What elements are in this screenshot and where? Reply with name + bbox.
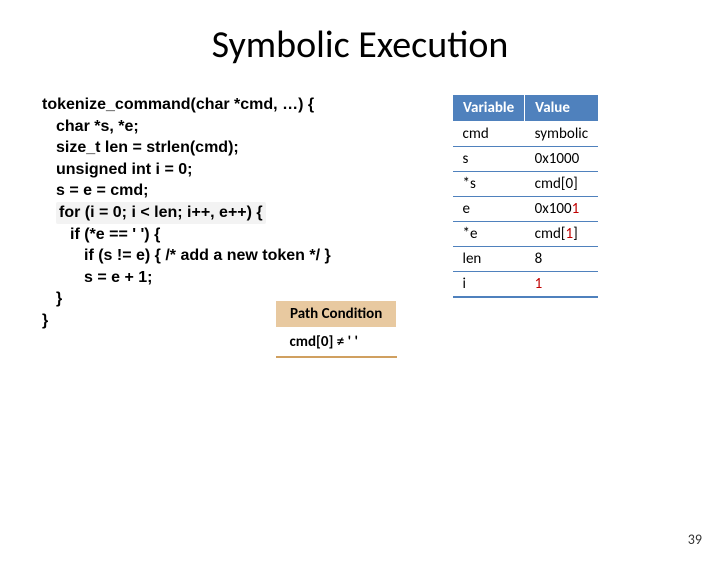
table-row: len 8 (453, 247, 599, 272)
slide-title: Symbolic Execution (0, 22, 720, 68)
table-row: *s cmd[0] (453, 172, 599, 197)
code-line: s = e = cmd; (42, 180, 422, 202)
table-row: cmd symbolic (453, 122, 599, 147)
code-block: tokenize_command(char *cmd, …) { char *s… (42, 94, 422, 332)
table-row: e 0x1001 (453, 197, 599, 222)
code-line: if (*e == ' ') { (42, 224, 422, 246)
code-line: s = e + 1; (42, 267, 422, 289)
code-line-highlight: for (i = 0; i < len; i++, e++) { (42, 202, 422, 224)
content-row: tokenize_command(char *cmd, …) { char *s… (0, 94, 720, 332)
code-line: unsigned int i = 0; (42, 159, 422, 181)
code-line: size_t len = strlen(cmd); (42, 137, 422, 159)
col-variable: Variable (453, 95, 525, 122)
table-row: s 0x1000 (453, 147, 599, 172)
table-header-row: Variable Value (453, 95, 599, 122)
table-row: *e cmd[1] (453, 222, 599, 247)
code-line: char *s, *e; (42, 116, 422, 138)
variables-column: Variable Value cmd symbolic s 0x1000 *s … (452, 94, 599, 298)
col-value: Value (525, 95, 598, 122)
code-line: tokenize_command(char *cmd, …) { (42, 96, 314, 113)
code-line: } (42, 312, 48, 329)
code-line: if (s != e) { /* add a new token */ } (42, 245, 422, 267)
variables-table: Variable Value cmd symbolic s 0x1000 *s … (452, 94, 599, 298)
table-row: i 1 (453, 272, 599, 298)
